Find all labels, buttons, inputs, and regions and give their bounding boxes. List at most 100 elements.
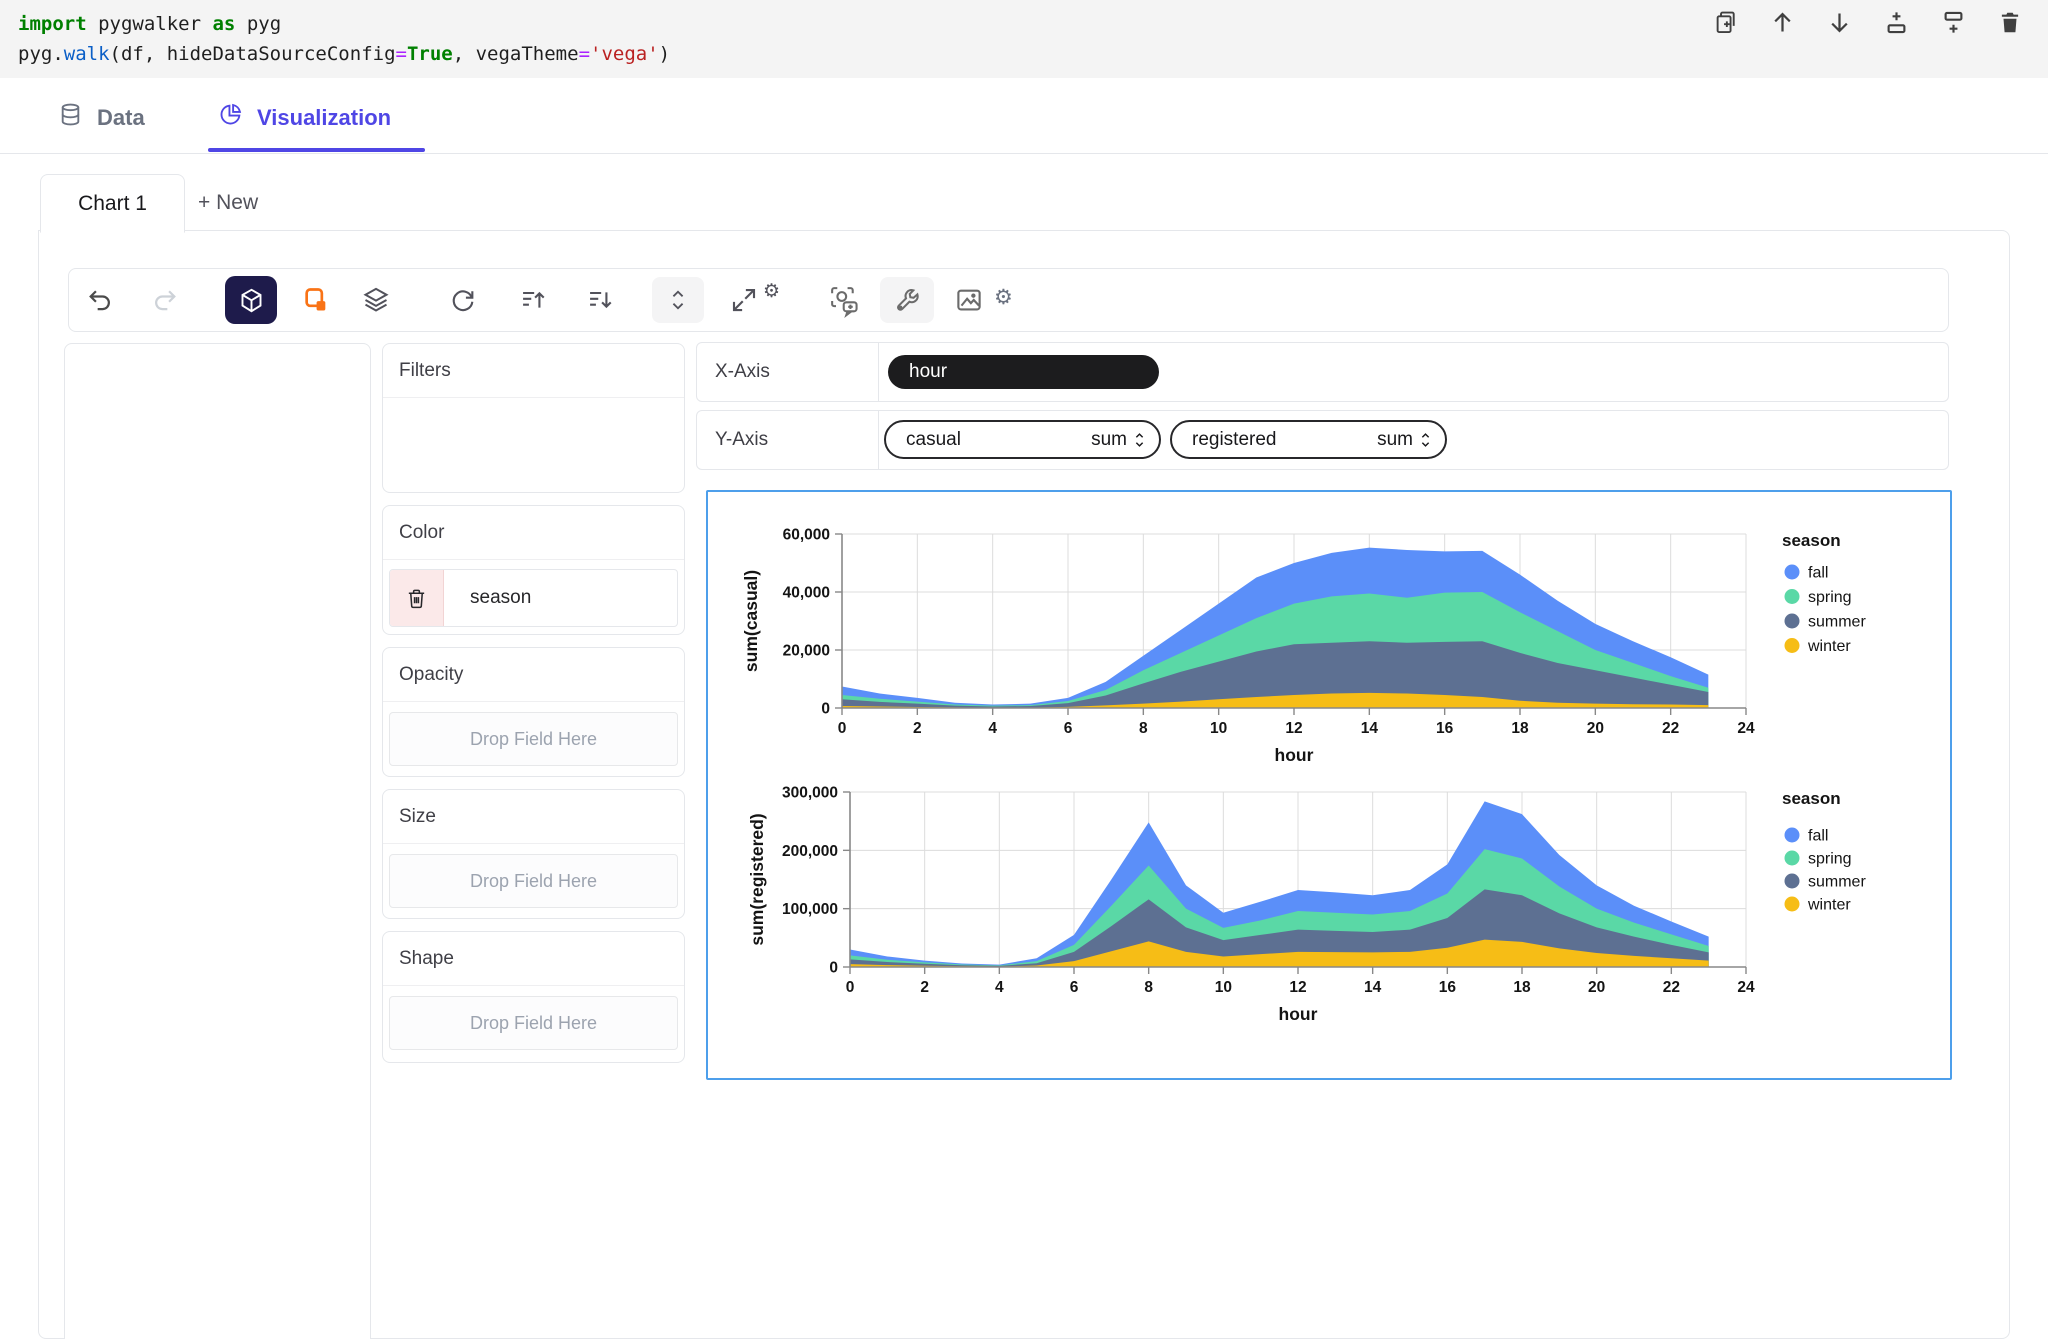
pygwalker-app: import pygwalker as pyg pyg.walk(df, hide… (0, 0, 2048, 1339)
svg-text:spring: spring (1808, 589, 1852, 606)
filters-label: Filters (399, 359, 451, 381)
shape-label: Shape (399, 947, 454, 969)
color-label: Color (399, 521, 445, 543)
svg-text:12: 12 (1289, 979, 1306, 996)
svg-text:10: 10 (1210, 720, 1227, 737)
svg-text:12: 12 (1285, 720, 1302, 737)
insert-cell-below-icon[interactable] (1939, 8, 1967, 36)
chart-settings-gear-icon[interactable]: ⚙ (994, 285, 1013, 310)
resize-chart-button[interactable] (727, 284, 761, 316)
opacity-drop-zone[interactable]: Drop Field Here (389, 712, 678, 766)
chevron-up-down-icon (1135, 432, 1144, 447)
filters-drop-area[interactable] (383, 398, 684, 488)
export-image-button[interactable] (952, 284, 986, 316)
aggregation-select[interactable]: sum (1091, 429, 1127, 451)
svg-text:fall: fall (1808, 565, 1828, 582)
svg-text:20: 20 (1588, 979, 1605, 996)
config-wrench-button[interactable] (880, 277, 934, 323)
color-field-pill: season (389, 569, 678, 627)
svg-text:0: 0 (846, 979, 855, 996)
x-axis-label: X-Axis (715, 361, 770, 382)
svg-text:300,000: 300,000 (782, 785, 838, 802)
svg-text:0: 0 (821, 701, 830, 718)
size-placeholder: Drop Field Here (469, 870, 598, 891)
shape-section: Shape Drop Field Here (382, 931, 685, 1063)
sort-descending-button[interactable] (584, 284, 616, 316)
size-section: Size Drop Field Here (382, 789, 685, 919)
svg-text:4: 4 (988, 720, 997, 737)
size-drop-zone[interactable]: Drop Field Here (389, 854, 678, 908)
redo-button[interactable] (149, 284, 181, 316)
sort-ascending-button[interactable] (517, 284, 549, 316)
svg-text:2: 2 (913, 720, 922, 737)
svg-text:sum(registered): sum(registered) (747, 813, 767, 945)
geometry-mode-button[interactable] (225, 276, 277, 324)
new-chart-button[interactable]: + New (198, 174, 258, 231)
tab-visualization[interactable]: Visualization (218, 102, 391, 133)
svg-text:winter: winter (1807, 897, 1851, 914)
svg-text:24: 24 (1737, 720, 1755, 737)
focus-scan-button[interactable] (826, 282, 864, 320)
cell-toolbar (1711, 8, 2024, 36)
y-axis-row: Y-Axis casual sum registered sum (696, 410, 1949, 470)
color-section: Color season (382, 505, 685, 635)
svg-text:6: 6 (1064, 720, 1073, 737)
delete-cell-icon[interactable] (1996, 8, 2024, 36)
y-axis-label: Y-Axis (715, 429, 769, 450)
svg-text:summer: summer (1808, 614, 1866, 631)
aggregation-select[interactable]: sum (1377, 429, 1413, 451)
color-field-name[interactable]: season (444, 570, 531, 626)
svg-text:24: 24 (1737, 979, 1755, 996)
move-cell-up-icon[interactable] (1768, 8, 1796, 36)
svg-text:hour: hour (1279, 1004, 1318, 1024)
y-axis-field-pill-casual[interactable]: casual sum (884, 420, 1161, 459)
opacity-label: Opacity (399, 663, 464, 685)
svg-text:0: 0 (838, 720, 847, 737)
resize-settings-gear-icon[interactable]: ⚙ (763, 280, 780, 303)
expand-collapse-button[interactable] (652, 277, 704, 323)
filters-section: Filters (382, 343, 685, 493)
registered-area-chart: 0100,000200,000300,0000 2 4 6 8 10 12 14 16 18 20 2… (747, 785, 1866, 1025)
layers-button[interactable] (360, 284, 392, 316)
svg-text:sum(casual): sum(casual) (741, 570, 761, 672)
size-label: Size (399, 805, 436, 827)
refresh-button[interactable] (447, 284, 479, 316)
svg-text:spring: spring (1808, 851, 1852, 868)
svg-text:winter: winter (1807, 638, 1851, 655)
filters-header: Filters (383, 344, 684, 398)
chart-canvas-container[interactable]: 0 20,000 40,000 60,000 0 2 4 6 8 10 12 14 16 18 20 22 24… (706, 490, 1952, 1080)
tab-visualization-label: Visualization (257, 104, 392, 130)
svg-text:22: 22 (1663, 979, 1680, 996)
mark-rect-button[interactable] (300, 284, 332, 316)
shape-drop-zone[interactable]: Drop Field Here (389, 996, 678, 1050)
pie-chart-icon (218, 102, 243, 133)
svg-text:10: 10 (1215, 979, 1232, 996)
tab-data[interactable]: Data (58, 102, 145, 133)
svg-text:40,000: 40,000 (783, 585, 830, 602)
chart-tab-label: Chart 1 (78, 191, 147, 215)
insert-cell-above-icon[interactable] (1882, 8, 1910, 36)
y-axis-field-pill-registered[interactable]: registered sum (1170, 420, 1447, 459)
svg-text:8: 8 (1144, 979, 1153, 996)
database-icon (58, 102, 83, 133)
svg-text:season: season (1782, 531, 1841, 550)
svg-text:60,000: 60,000 (783, 527, 830, 544)
color-header: Color (383, 506, 684, 560)
chevron-up-down-icon (1421, 432, 1430, 447)
move-cell-down-icon[interactable] (1825, 8, 1853, 36)
chart-tab-active[interactable]: Chart 1 (40, 174, 185, 233)
active-tab-underline (208, 148, 425, 152)
shape-placeholder: Drop Field Here (469, 1012, 598, 1033)
svg-text:14: 14 (1361, 720, 1379, 737)
x-axis-row: X-Axis hour (696, 342, 1949, 402)
svg-text:14: 14 (1364, 979, 1382, 996)
x-axis-field-pill[interactable]: hour (888, 355, 1159, 389)
svg-text:100,000: 100,000 (782, 901, 838, 918)
duplicate-cell-icon[interactable] (1711, 8, 1739, 36)
undo-button[interactable] (84, 284, 116, 316)
svg-text:200,000: 200,000 (782, 843, 838, 860)
svg-text:18: 18 (1513, 979, 1531, 996)
remove-color-field-button[interactable] (390, 570, 444, 626)
svg-text:18: 18 (1511, 720, 1529, 737)
x-axis-field-name: hour (909, 361, 948, 382)
